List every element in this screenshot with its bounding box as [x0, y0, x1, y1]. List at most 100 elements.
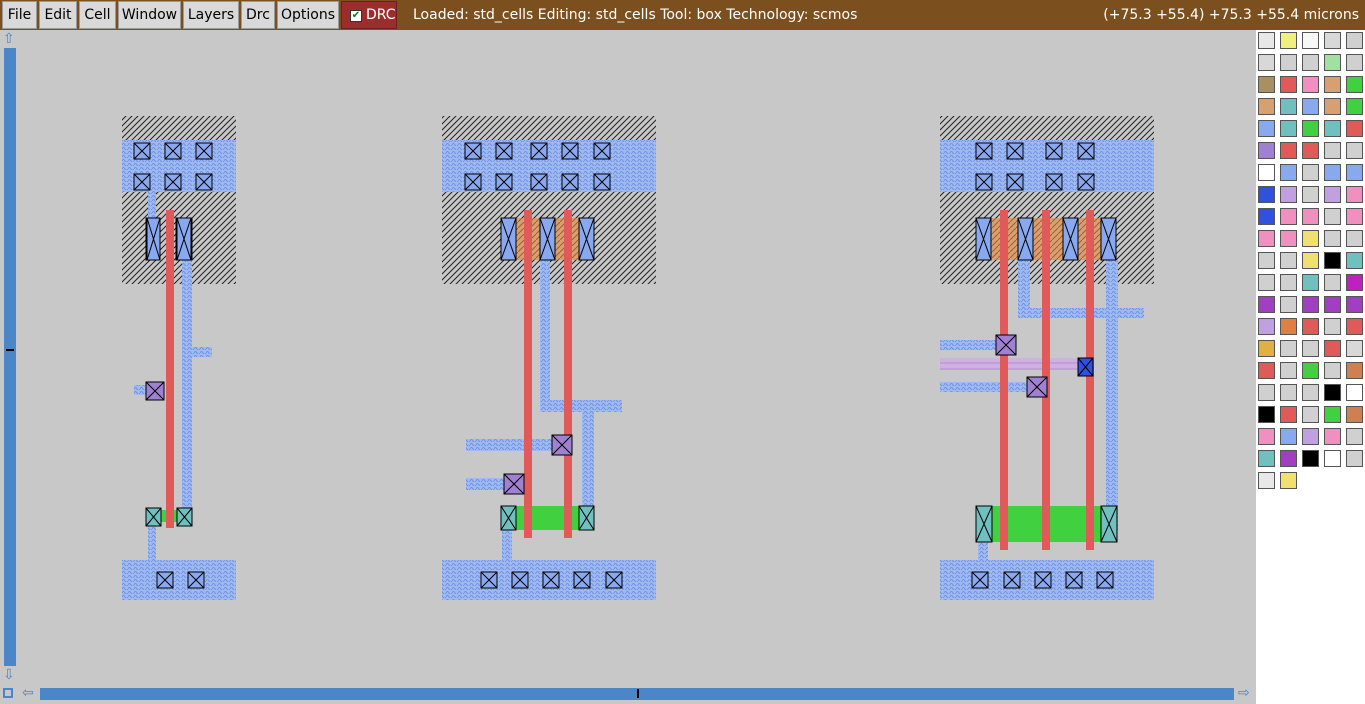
- layer-swatch[interactable]: [1258, 472, 1275, 489]
- layer-swatch[interactable]: [1302, 142, 1319, 159]
- layer-swatch[interactable]: [1346, 252, 1363, 269]
- layer-swatch[interactable]: [1280, 164, 1297, 181]
- layer-swatch[interactable]: [1258, 230, 1275, 247]
- arrow-right-icon[interactable]: ⇨: [1238, 686, 1250, 700]
- layer-swatch[interactable]: [1258, 32, 1275, 49]
- layer-swatch[interactable]: [1302, 406, 1319, 423]
- layer-swatch[interactable]: [1280, 340, 1297, 357]
- menu-layers[interactable]: Layers: [183, 1, 239, 29]
- layout-canvas[interactable]: [20, 30, 1256, 686]
- layer-swatch[interactable]: [1346, 98, 1363, 115]
- layer-swatch[interactable]: [1324, 54, 1341, 71]
- layer-swatch[interactable]: [1324, 76, 1341, 93]
- layout-drawing[interactable]: [20, 30, 1256, 686]
- layer-swatch[interactable]: [1280, 472, 1297, 489]
- menu-file[interactable]: File: [2, 1, 37, 29]
- layer-swatch[interactable]: [1258, 428, 1275, 445]
- layer-swatch[interactable]: [1324, 32, 1341, 49]
- layer-swatch[interactable]: [1258, 120, 1275, 137]
- layer-swatch[interactable]: [1346, 406, 1363, 423]
- menu-drc[interactable]: Drc: [241, 1, 275, 29]
- layer-swatch[interactable]: [1346, 318, 1363, 335]
- layer-swatch[interactable]: [1258, 274, 1275, 291]
- layer-swatch[interactable]: [1346, 274, 1363, 291]
- layer-swatch[interactable]: [1280, 318, 1297, 335]
- layer-swatch[interactable]: [1302, 384, 1319, 401]
- vertical-scrollbar[interactable]: ⇧ ⇩: [0, 30, 20, 686]
- layer-swatch[interactable]: [1280, 296, 1297, 313]
- layer-swatch[interactable]: [1258, 406, 1275, 423]
- layer-swatch[interactable]: [1346, 450, 1363, 467]
- layer-swatch[interactable]: [1346, 76, 1363, 93]
- layer-swatch[interactable]: [1302, 120, 1319, 137]
- layer-swatch[interactable]: [1258, 208, 1275, 225]
- layer-swatch[interactable]: [1302, 32, 1319, 49]
- layer-swatch[interactable]: [1258, 54, 1275, 71]
- layer-swatch[interactable]: [1280, 142, 1297, 159]
- layer-swatch[interactable]: [1302, 54, 1319, 71]
- layer-swatch[interactable]: [1324, 384, 1341, 401]
- layer-swatch[interactable]: [1324, 120, 1341, 137]
- layer-swatch[interactable]: [1324, 274, 1341, 291]
- layer-swatch[interactable]: [1302, 340, 1319, 357]
- layer-swatch[interactable]: [1258, 384, 1275, 401]
- layer-swatch[interactable]: [1302, 76, 1319, 93]
- layer-swatch[interactable]: [1346, 142, 1363, 159]
- layer-swatch[interactable]: [1324, 318, 1341, 335]
- layer-swatch[interactable]: [1324, 450, 1341, 467]
- layer-swatch[interactable]: [1280, 450, 1297, 467]
- layer-swatch[interactable]: [1302, 450, 1319, 467]
- layer-swatch[interactable]: [1324, 296, 1341, 313]
- layer-swatch[interactable]: [1346, 230, 1363, 247]
- layer-swatch[interactable]: [1346, 120, 1363, 137]
- layer-swatch[interactable]: [1324, 98, 1341, 115]
- layer-swatch[interactable]: [1280, 384, 1297, 401]
- layer-swatch[interactable]: [1258, 98, 1275, 115]
- arrow-up-icon[interactable]: ⇧: [3, 32, 15, 46]
- layer-swatch[interactable]: [1280, 32, 1297, 49]
- layer-swatch[interactable]: [1302, 208, 1319, 225]
- layer-swatch[interactable]: [1280, 54, 1297, 71]
- menu-edit[interactable]: Edit: [39, 1, 77, 29]
- layer-swatch[interactable]: [1346, 296, 1363, 313]
- layer-swatch[interactable]: [1302, 296, 1319, 313]
- layer-swatch[interactable]: [1346, 428, 1363, 445]
- drc-toggle[interactable]: ✔ DRC: [341, 1, 397, 29]
- menu-options[interactable]: Options: [277, 1, 339, 29]
- layer-swatch[interactable]: [1324, 164, 1341, 181]
- layer-swatch[interactable]: [1302, 274, 1319, 291]
- layer-swatch[interactable]: [1280, 76, 1297, 93]
- layer-swatch[interactable]: [1280, 406, 1297, 423]
- layer-swatch[interactable]: [1302, 318, 1319, 335]
- layer-swatch[interactable]: [1258, 362, 1275, 379]
- layer-swatch[interactable]: [1258, 186, 1275, 203]
- layer-swatch[interactable]: [1346, 32, 1363, 49]
- layer-swatch[interactable]: [1258, 318, 1275, 335]
- layer-swatch[interactable]: [1346, 54, 1363, 71]
- layer-swatch[interactable]: [1280, 252, 1297, 269]
- layer-palette[interactable]: [1256, 30, 1365, 704]
- layer-swatch[interactable]: [1302, 164, 1319, 181]
- arrow-left-icon[interactable]: ⇦: [22, 686, 34, 700]
- layer-swatch[interactable]: [1324, 252, 1341, 269]
- layer-swatch[interactable]: [1280, 98, 1297, 115]
- layer-swatch[interactable]: [1302, 252, 1319, 269]
- layer-swatch[interactable]: [1302, 428, 1319, 445]
- zoom-box-icon[interactable]: [3, 688, 13, 698]
- layer-swatch[interactable]: [1258, 76, 1275, 93]
- layer-swatch[interactable]: [1346, 384, 1363, 401]
- layer-swatch[interactable]: [1346, 362, 1363, 379]
- layer-swatch[interactable]: [1324, 230, 1341, 247]
- menu-cell[interactable]: Cell: [79, 1, 116, 29]
- layer-swatch[interactable]: [1258, 340, 1275, 357]
- layer-swatch[interactable]: [1302, 362, 1319, 379]
- vertical-scroll-thumb[interactable]: [4, 48, 16, 666]
- layer-swatch[interactable]: [1258, 296, 1275, 313]
- layer-swatch[interactable]: [1280, 230, 1297, 247]
- layer-swatch[interactable]: [1280, 208, 1297, 225]
- layer-swatch[interactable]: [1258, 252, 1275, 269]
- layer-swatch[interactable]: [1280, 428, 1297, 445]
- layer-swatch[interactable]: [1324, 362, 1341, 379]
- layer-swatch[interactable]: [1346, 164, 1363, 181]
- layer-swatch[interactable]: [1302, 230, 1319, 247]
